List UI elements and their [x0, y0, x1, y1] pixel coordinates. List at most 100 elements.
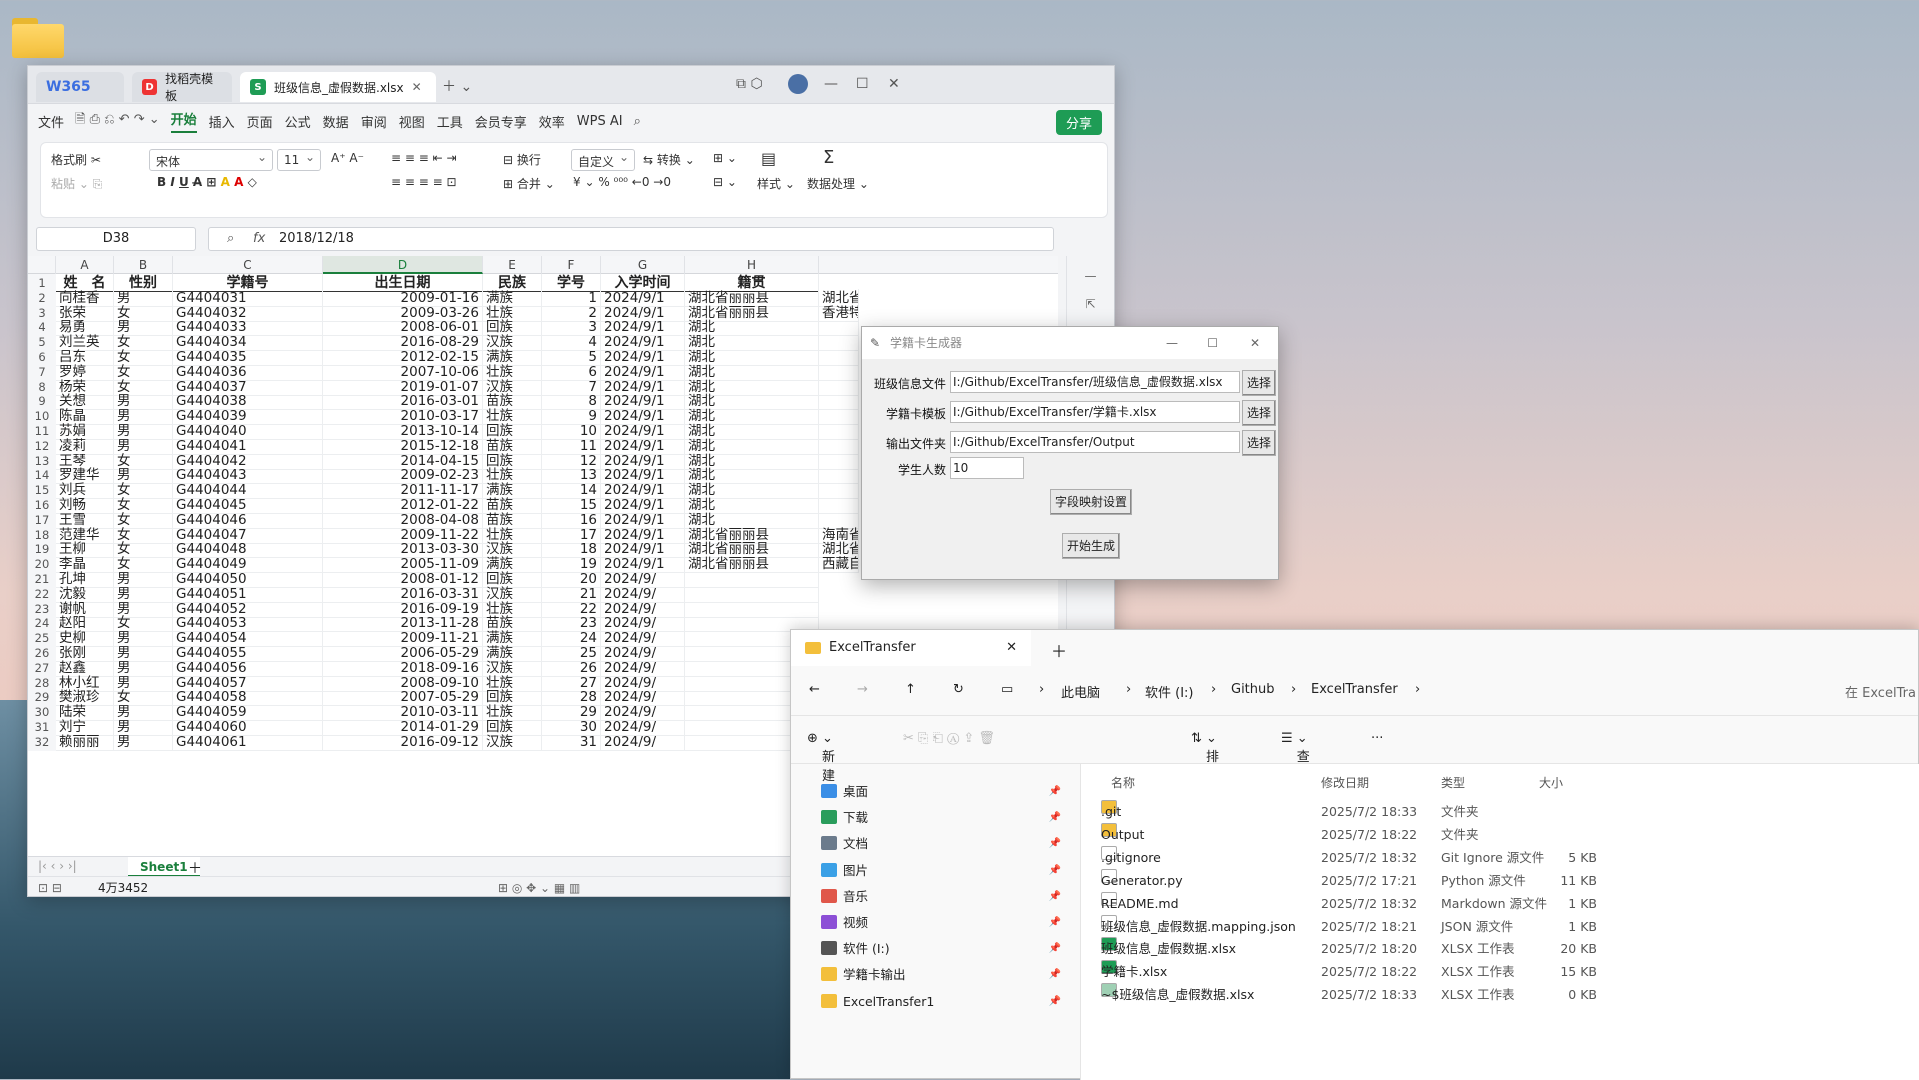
cell[interactable]: 赖丽丽: [56, 732, 114, 751]
start-generate-button[interactable]: 开始生成: [1062, 533, 1120, 559]
close-icon[interactable]: ✕: [888, 76, 900, 92]
sort-button[interactable]: ⇅ 排序 ⌄: [1191, 731, 1219, 784]
file-row[interactable]: Generator.py 2025/7/2 17:21 Python 源文件 11 K…: [1101, 868, 1901, 893]
tab-workbook[interactable]: S 班级信息_虚假数据.xlsx ✕: [240, 72, 436, 102]
name-box[interactable]: D38: [36, 227, 196, 251]
menu-review[interactable]: 审阅: [361, 112, 387, 131]
column-header[interactable]: F: [542, 256, 601, 274]
nav-item[interactable]: 图片 📌: [821, 859, 1071, 883]
file-row[interactable]: .gitignore 2025/7/2 18:32 Git Ignore 源文件 5 …: [1101, 845, 1901, 870]
choose-class-file-button[interactable]: 选择: [1242, 370, 1276, 396]
col-date[interactable]: 修改日期: [1321, 774, 1369, 791]
breadcrumb-exceltransfer[interactable]: ExcelTransfer: [1311, 682, 1398, 697]
breadcrumb-github[interactable]: Github: [1231, 682, 1275, 697]
nav-item[interactable]: ExcelTransfer1 📌: [821, 990, 1071, 1014]
field-mapping-button[interactable]: 字段映射设置: [1050, 489, 1132, 515]
col-size[interactable]: 大小: [1539, 774, 1563, 791]
pin-icon[interactable]: 📌: [1049, 937, 1061, 961]
font-grow-icon[interactable]: A⁺ A⁻: [331, 151, 364, 165]
column-header[interactable]: G: [601, 256, 685, 274]
file-row[interactable]: ~$班级信息_虚假数据.xlsx 2025/7/2 18:33 XLSX 工作表 0 …: [1101, 983, 1901, 1007]
cell[interactable]: 31: [542, 732, 601, 751]
file-row[interactable]: .git 2025/7/2 18:33 文件夹: [1101, 800, 1901, 824]
up-icon[interactable]: ↑: [905, 682, 916, 697]
column-header[interactable]: E: [483, 256, 542, 274]
minimize-icon[interactable]: —: [824, 76, 838, 92]
menu-formula[interactable]: 公式: [285, 112, 311, 131]
clipboard-icons[interactable]: ✂ ⎘ ⎗ Ⓐ ⇪ 🗑: [903, 731, 995, 746]
nav-item[interactable]: 软件 (I:) 📌: [821, 937, 1071, 961]
window-icons[interactable]: ⧉ ⬡: [736, 76, 763, 92]
wrap-button[interactable]: ⊟ 换行: [503, 151, 541, 168]
cell[interactable]: 2016-09-12: [323, 732, 483, 751]
pin-icon[interactable]: 📌: [1049, 911, 1061, 935]
menu-file[interactable]: 文件: [38, 112, 64, 131]
quick-access-icons[interactable]: 🗎 ⎙ ⎌ ↶ ↷ ⌄: [75, 110, 160, 132]
choose-template-button[interactable]: 选择: [1242, 400, 1276, 426]
close-tab-icon[interactable]: ✕: [1006, 630, 1017, 666]
convert-button[interactable]: ⇆ 转换 ⌄: [643, 151, 695, 168]
font-size-select[interactable]: 11: [277, 149, 321, 171]
select-all-corner[interactable]: [28, 256, 56, 274]
col-name[interactable]: 名称: [1111, 774, 1135, 791]
number-format-select[interactable]: 自定义: [571, 149, 635, 171]
menu-tools[interactable]: 工具: [437, 112, 463, 131]
file-row[interactable]: 班级信息_虚假数据.mapping.json 2025/7/2 18:21 JSON…: [1101, 914, 1901, 939]
pin-icon[interactable]: 📌: [1049, 990, 1061, 1014]
col-type[interactable]: 类型: [1441, 774, 1465, 791]
minimize-icon[interactable]: —: [1166, 327, 1178, 359]
pin-icon[interactable]: 📌: [1049, 963, 1061, 987]
menu-member[interactable]: 会员专享: [475, 112, 527, 131]
new-tab-icon[interactable]: ＋: [1051, 638, 1067, 662]
tab-w365[interactable]: W365: [36, 72, 124, 102]
column-header[interactable]: D: [323, 256, 483, 274]
status-icons[interactable]: ⊡ ⊟: [38, 877, 62, 896]
align-icons-bottom[interactable]: ≡ ≡ ≡ ≡ ⊡: [391, 175, 457, 189]
maximize-icon[interactable]: ☐: [1207, 327, 1218, 359]
close-tab-icon[interactable]: ✕: [412, 80, 422, 94]
number-icons[interactable]: ¥ ⌄ % ⁰⁰⁰ ←0 →0: [573, 175, 671, 189]
align-icons-top[interactable]: ≡ ≡ ≡ ⇤ ⇥: [391, 151, 457, 165]
new-button[interactable]: ⊕ 新建 ⌄: [807, 731, 835, 784]
cell[interactable]: 2024/9/: [601, 732, 685, 751]
file-row[interactable]: 班级信息_虚假数据.xlsx 2025/7/2 18:20 XLSX 工作表 20 K…: [1101, 937, 1901, 961]
menu-home[interactable]: 开始: [170, 109, 197, 133]
student-count-input[interactable]: 10: [950, 457, 1024, 479]
nav-item[interactable]: 下载 📌: [821, 806, 1071, 830]
row-number[interactable]: 32: [28, 732, 56, 751]
breadcrumb-drive[interactable]: 软件 (I:): [1145, 682, 1194, 701]
styles-button[interactable]: 样式 ⌄: [757, 175, 795, 192]
menu-insert[interactable]: 插入: [209, 112, 235, 131]
cell[interactable]: G4404061: [173, 732, 323, 751]
cell[interactable]: 男: [114, 732, 173, 751]
data-processing-button[interactable]: 数据处理 ⌄: [807, 175, 869, 192]
pin-icon[interactable]: 📌: [1049, 885, 1061, 909]
column-header[interactable]: H: [685, 256, 819, 274]
sheet-nav-icons[interactable]: |‹ ‹ › ›|: [38, 859, 77, 873]
breadcrumb-pc[interactable]: 此电脑: [1061, 682, 1100, 701]
search-icon[interactable]: ⌕: [634, 114, 641, 129]
output-folder-input[interactable]: I:/Github/ExcelTransfer/Output: [950, 431, 1240, 453]
add-sheet-icon[interactable]: ＋: [188, 858, 202, 878]
menu-efficiency[interactable]: 效率: [539, 112, 565, 131]
share-button[interactable]: 分享: [1055, 110, 1102, 135]
pin-icon[interactable]: 📌: [1049, 806, 1061, 830]
new-tab-icon[interactable]: ＋ ⌄: [442, 76, 472, 96]
merge-button[interactable]: ⊞ 合并 ⌄: [503, 175, 555, 192]
choose-output-button[interactable]: 选择: [1242, 430, 1276, 456]
paste-button[interactable]: 粘贴 ⌄ ⎘: [51, 175, 102, 192]
column-header[interactable]: C: [173, 256, 323, 274]
explorer-tab[interactable]: ExcelTransfer ✕: [791, 630, 1031, 666]
nav-item[interactable]: 音乐 📌: [821, 885, 1071, 909]
zoom-icon[interactable]: ⌕: [227, 228, 234, 250]
nav-item[interactable]: 视频 📌: [821, 911, 1071, 935]
pin-icon[interactable]: 📌: [1049, 832, 1061, 856]
template-input[interactable]: I:/Github/ExcelTransfer/学籍卡.xlsx: [950, 401, 1240, 423]
menu-view[interactable]: 视图: [399, 112, 425, 131]
nav-item[interactable]: 学籍卡输出 📌: [821, 963, 1071, 987]
refresh-icon[interactable]: ↻: [953, 682, 964, 697]
avatar[interactable]: [788, 74, 808, 94]
font-style-icons[interactable]: B I U A̶ ⊞ A A ◇: [157, 175, 257, 189]
desktop-folder-icon[interactable]: [12, 18, 64, 58]
forward-icon[interactable]: →: [857, 682, 868, 697]
